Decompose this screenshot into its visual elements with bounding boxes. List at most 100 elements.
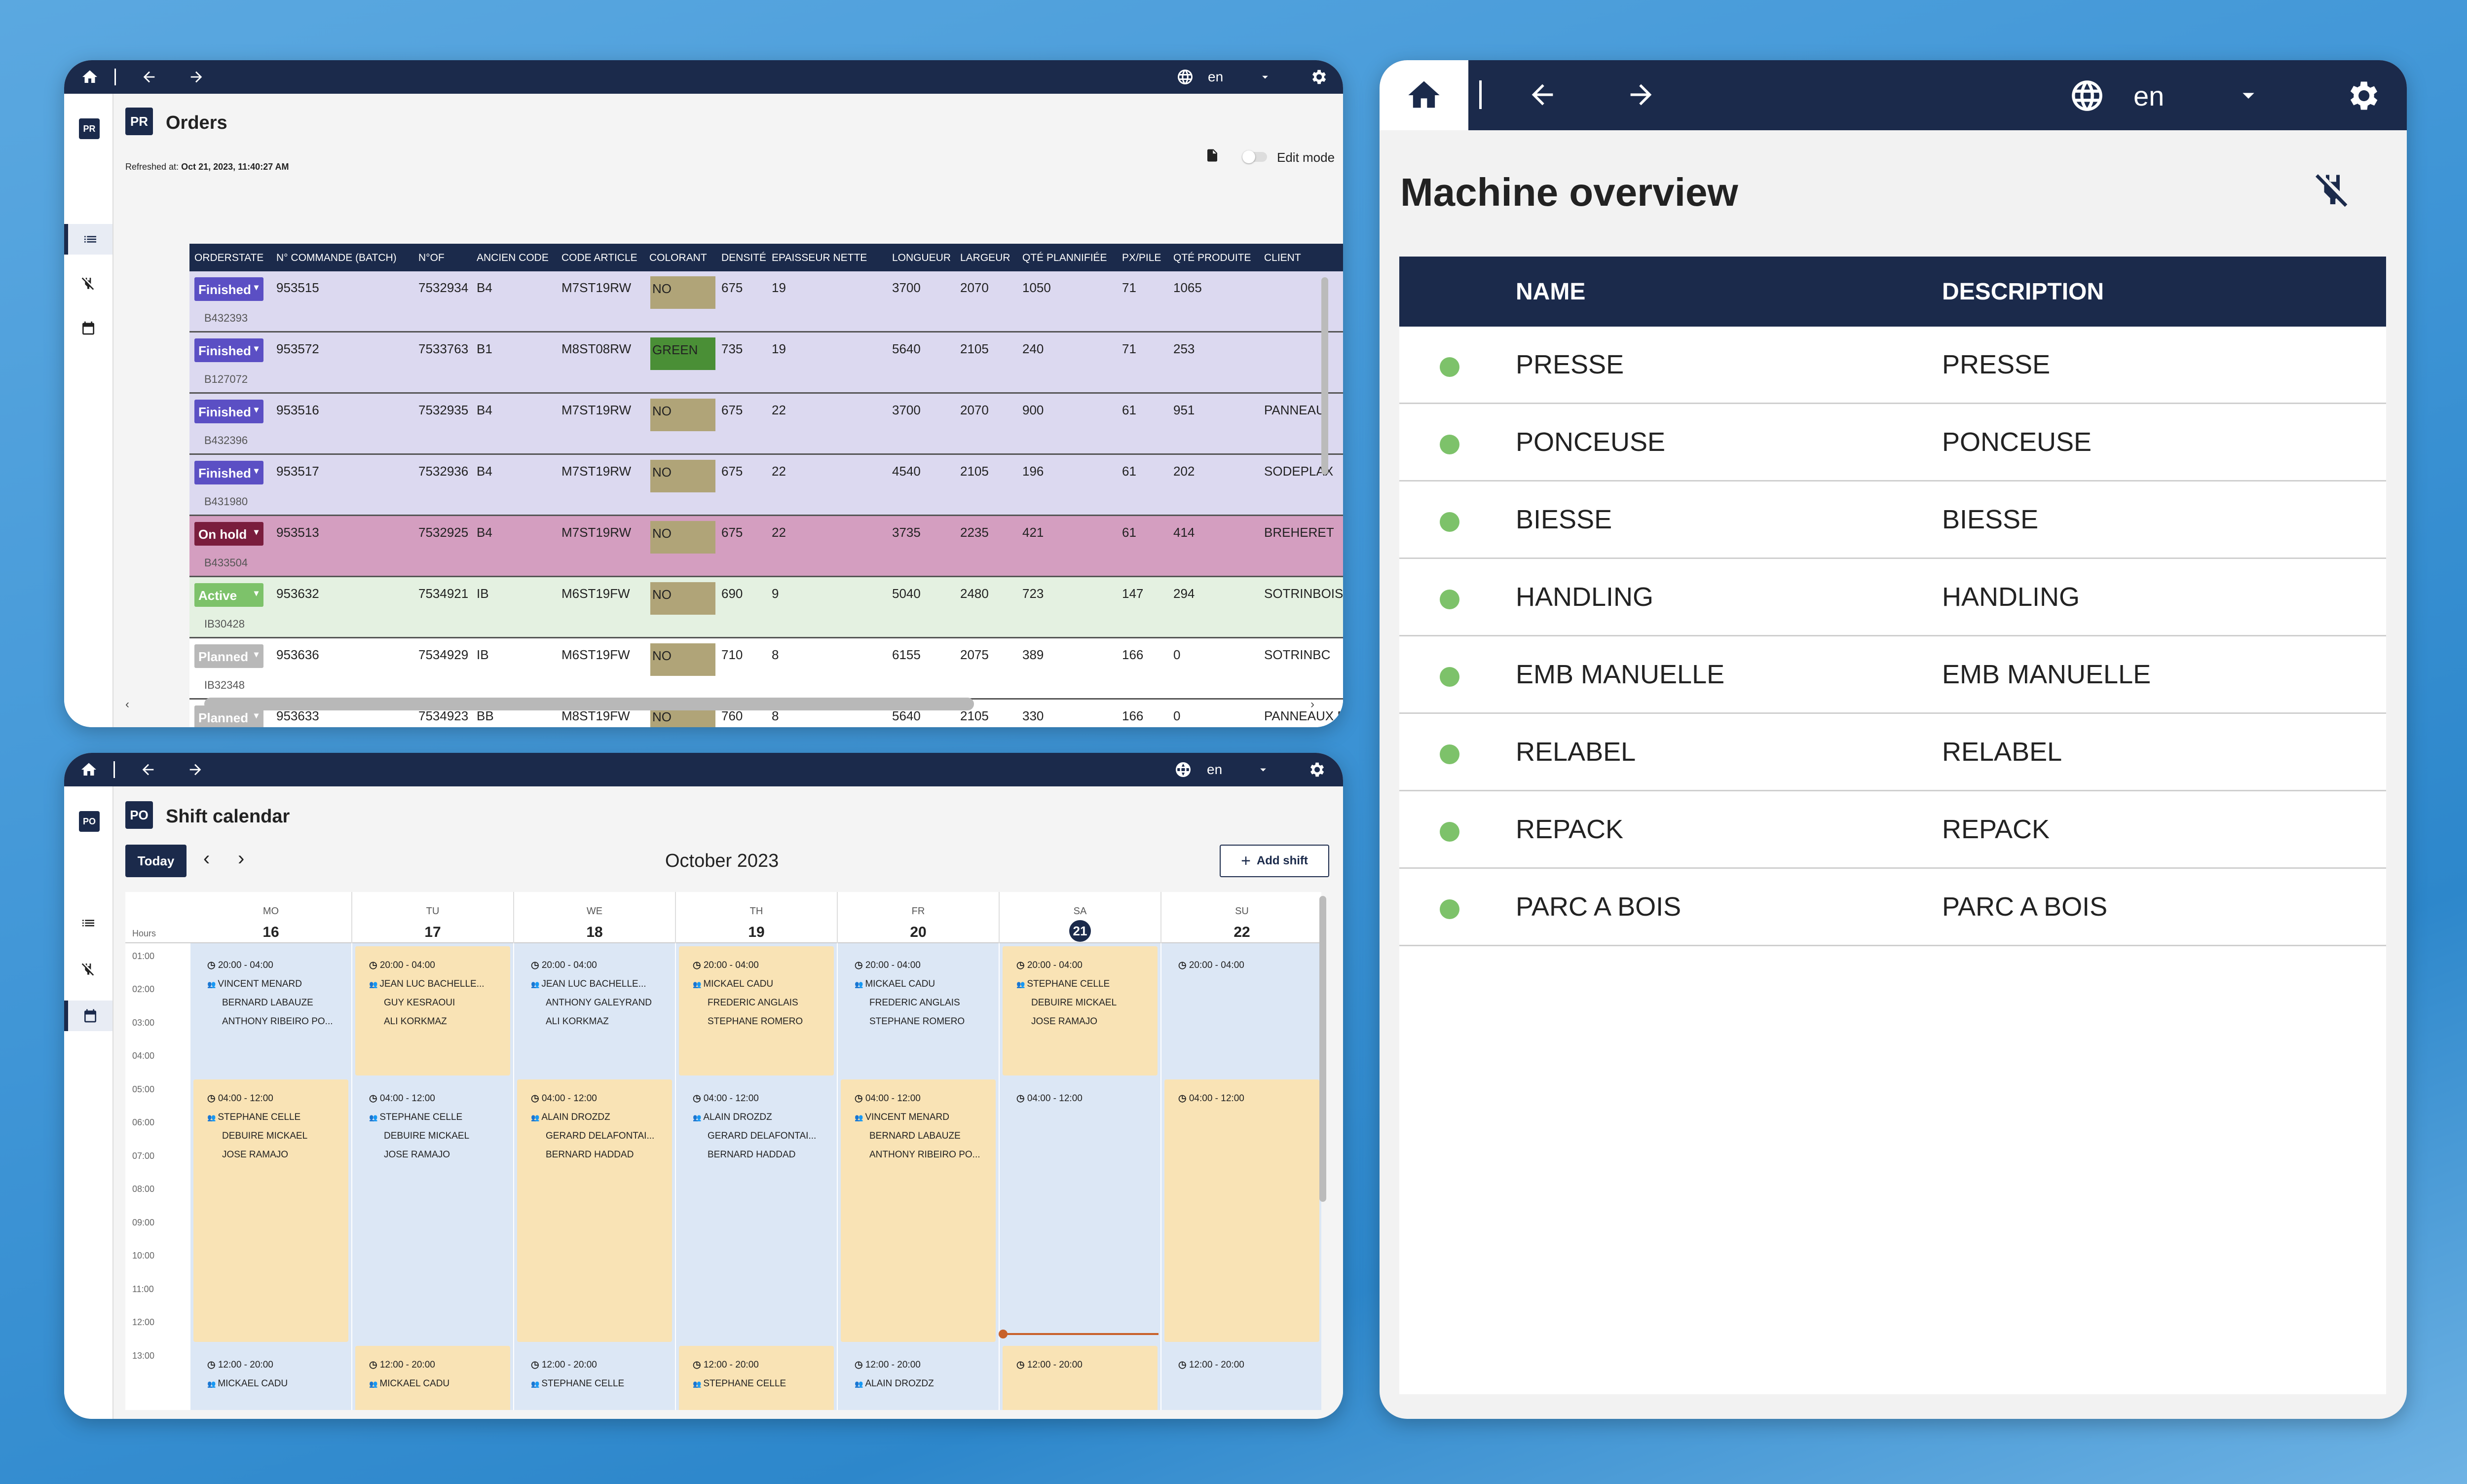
order-state-select[interactable]: Planned ▾ <box>194 644 263 668</box>
sidebar-plug-off-icon[interactable] <box>64 268 112 299</box>
shift-block[interactable]: ◷ 20:00 - 04:00 👥 MICKAEL CADU FREDERIC AN… <box>841 946 996 1076</box>
shift-block[interactable]: ◷ 04:00 - 12:00 👥 STEPHANE CELLE DEBUIRE M… <box>193 1079 348 1342</box>
shift-block[interactable]: ◷ 20:00 - 04:00 👥 JEAN LUC BACHELLE... ANT… <box>517 946 672 1076</box>
language-label[interactable]: en <box>1208 69 1223 85</box>
day-header[interactable]: TU 17 <box>352 892 514 943</box>
plug-off-icon[interactable] <box>2312 170 2354 211</box>
day-header[interactable]: WE 18 <box>514 892 676 943</box>
machine-row[interactable]: PONCEUSE PONCEUSE <box>1399 404 2386 482</box>
column-header[interactable]: QTÉ PLANNIFIÉE <box>1022 252 1107 264</box>
day-header[interactable]: FR 20 <box>838 892 1000 943</box>
calendar-vertical-scrollbar[interactable] <box>1319 896 1326 1202</box>
edit-mode-toggle[interactable] <box>1242 150 1267 163</box>
col-description-header[interactable]: DESCRIPTION <box>1942 278 2104 305</box>
column-header[interactable]: LONGUEUR <box>892 252 951 264</box>
day-header[interactable]: SA 21 <box>1000 892 1161 943</box>
home-icon[interactable] <box>1380 60 1468 130</box>
prev-week-icon[interactable]: ‹ <box>203 848 210 870</box>
machine-row[interactable]: HANDLING HANDLING <box>1399 559 2386 636</box>
order-state-select[interactable]: On hold ▾ <box>194 522 263 546</box>
sidebar-list-icon[interactable] <box>64 224 112 255</box>
shift-block[interactable]: ◷ 04:00 - 12:00 <box>1164 1079 1319 1342</box>
column-header[interactable]: COLORANT <box>649 252 707 264</box>
order-state-select[interactable]: Finished ▾ <box>194 338 263 362</box>
sidebar-calendar-icon[interactable] <box>64 1001 112 1031</box>
column-header[interactable]: DENSITÉ <box>721 252 766 264</box>
shift-block[interactable]: ◷ 12:00 - 20:00 👥 STEPHANE CELLE <box>517 1346 672 1410</box>
shift-block[interactable]: ◷ 20:00 - 04:00 👥 STEPHANE CELLE DEBUIRE M… <box>1003 946 1158 1076</box>
order-state-select[interactable]: Finished ▾ <box>194 277 263 301</box>
day-header[interactable]: SU 22 <box>1161 892 1321 943</box>
next-week-icon[interactable]: › <box>238 848 244 870</box>
order-state-select[interactable]: Finished ▾ <box>194 400 263 423</box>
dropdown-arrow-icon[interactable] <box>1255 67 1275 87</box>
home-icon[interactable] <box>78 65 102 89</box>
scroll-left-icon[interactable]: ‹ <box>125 698 129 711</box>
settings-gear-icon[interactable] <box>1305 758 1328 781</box>
globe-icon[interactable] <box>1172 759 1194 780</box>
today-button[interactable]: Today <box>125 845 187 877</box>
scroll-right-icon[interactable]: › <box>1310 698 1314 711</box>
column-header[interactable]: PX/PILE <box>1122 252 1161 264</box>
order-state-select[interactable]: Finished ▾ <box>194 461 263 484</box>
shift-block[interactable]: ◷ 04:00 - 12:00 👥 VINCENT MENARD BERNARD L… <box>841 1079 996 1342</box>
table-row[interactable]: Active ▾ 953632 7534921 IB M6ST19FW NO 690 9 5040… <box>189 577 1343 638</box>
document-icon[interactable] <box>1205 147 1223 167</box>
column-header[interactable]: ORDERSTATE <box>194 252 263 264</box>
col-name-header[interactable]: NAME <box>1516 278 1585 305</box>
vertical-scrollbar[interactable] <box>1321 277 1328 475</box>
machine-row[interactable]: PRESSE PRESSE <box>1399 327 2386 404</box>
table-row[interactable]: Planned ▾ 953636 7534929 IB M6ST19FW NO 710 8 615… <box>189 638 1343 700</box>
add-shift-button[interactable]: + Add shift <box>1220 845 1329 877</box>
machine-row[interactable]: RELABEL RELABEL <box>1399 714 2386 791</box>
day-header[interactable]: MO 16 <box>190 892 352 943</box>
table-row[interactable]: Finished ▾ 953515 7532934 B4 M7ST19RW NO 675 19 3… <box>189 271 1343 333</box>
sidebar-plug-off-icon[interactable] <box>64 954 112 985</box>
settings-gear-icon[interactable] <box>2342 75 2383 116</box>
table-row[interactable]: Finished ▾ 953516 7532935 B4 M7ST19RW NO 675 22 3… <box>189 394 1343 455</box>
column-header[interactable]: N°OF <box>418 252 445 264</box>
dropdown-arrow-icon[interactable] <box>2231 78 2266 112</box>
shift-block[interactable]: ◷ 04:00 - 12:00 👥 ALAIN DROZDZ GERARD DELA… <box>679 1079 834 1342</box>
column-header[interactable]: EPAISSEUR NETTE <box>772 252 867 264</box>
shift-block[interactable]: ◷ 04:00 - 12:00 👥 ALAIN DROZDZ GERARD DELA… <box>517 1079 672 1342</box>
day-header[interactable]: TH 19 <box>676 892 838 943</box>
shift-block[interactable]: ◷ 04:00 - 12:00 👥 STEPHANE CELLE DEBUIRE M… <box>355 1079 510 1342</box>
shift-block[interactable]: ◷ 04:00 - 12:00 <box>1003 1079 1158 1342</box>
shift-block[interactable]: ◷ 20:00 - 04:00 👥 JEAN LUC BACHELLE... GUY… <box>355 946 510 1076</box>
settings-gear-icon[interactable] <box>1307 65 1330 89</box>
shift-block[interactable]: ◷ 12:00 - 20:00 👥 STEPHANE CELLE <box>679 1346 834 1410</box>
language-label[interactable]: en <box>1207 762 1222 778</box>
column-header[interactable]: LARGEUR <box>960 252 1010 264</box>
back-arrow-icon[interactable] <box>1523 75 1562 114</box>
table-row[interactable]: Finished ▾ 953517 7532936 B4 M7ST19RW NO 675 22 4… <box>189 455 1343 516</box>
order-state-select[interactable]: Active ▾ <box>194 583 263 607</box>
shift-block[interactable]: ◷ 12:00 - 20:00 👥 MICKAEL CADU <box>193 1346 348 1410</box>
globe-icon[interactable] <box>1174 66 1196 88</box>
column-header[interactable]: QTÉ PRODUITE <box>1173 252 1251 264</box>
forward-arrow-icon[interactable] <box>184 758 207 781</box>
shift-block[interactable]: ◷ 12:00 - 20:00 👥 MICKAEL CADU <box>355 1346 510 1410</box>
back-arrow-icon[interactable] <box>136 758 160 781</box>
shift-block[interactable]: ◷ 20:00 - 04:00 <box>1164 946 1319 1076</box>
shift-block[interactable]: ◷ 12:00 - 20:00 <box>1003 1346 1158 1410</box>
table-row[interactable]: Finished ▾ 953572 7533763 B1 M8ST08RW GREEN 735… <box>189 333 1343 394</box>
column-header[interactable]: ANCIEN CODE <box>477 252 549 264</box>
column-header[interactable]: CLIENT <box>1264 252 1301 264</box>
language-label[interactable]: en <box>2133 80 2164 112</box>
forward-arrow-icon[interactable] <box>1621 75 1661 114</box>
sidebar-list-icon[interactable] <box>64 908 112 938</box>
column-header[interactable]: CODE ARTICLE <box>561 252 637 264</box>
column-header[interactable]: N° COMMANDE (BATCH) <box>276 252 397 264</box>
home-icon[interactable] <box>77 758 101 781</box>
horizontal-scrollbar[interactable] <box>138 698 1243 710</box>
globe-icon[interactable] <box>2066 75 2108 116</box>
sidebar-calendar-icon[interactable] <box>64 313 112 343</box>
shift-block[interactable]: ◷ 20:00 - 04:00 👥 VINCENT MENARD BERNARD L… <box>193 946 348 1076</box>
machine-row[interactable]: REPACK REPACK <box>1399 791 2386 869</box>
back-arrow-icon[interactable] <box>137 65 161 89</box>
table-row[interactable]: On hold ▾ 953513 7532925 B4 M7ST19RW NO 675 22 37… <box>189 516 1343 577</box>
shift-block[interactable]: ◷ 12:00 - 20:00 <box>1164 1346 1319 1410</box>
machine-row[interactable]: EMB MANUELLE EMB MANUELLE <box>1399 636 2386 714</box>
shift-block[interactable]: ◷ 20:00 - 04:00 👥 MICKAEL CADU FREDERIC AN… <box>679 946 834 1076</box>
